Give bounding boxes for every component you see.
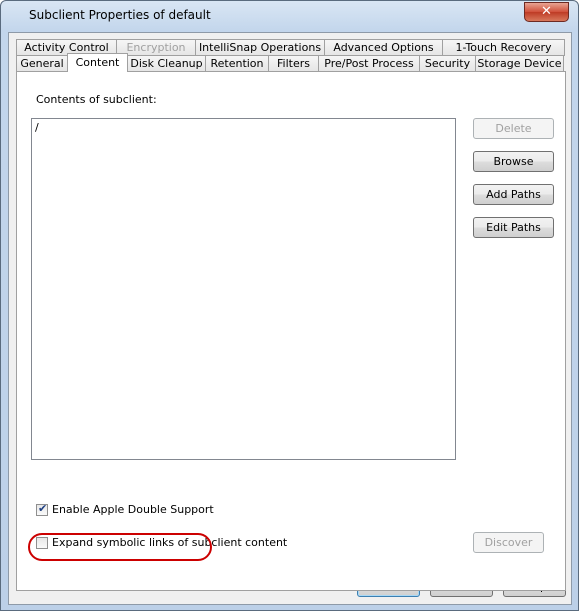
apple-double-label[interactable]: Enable Apple Double Support (52, 503, 214, 516)
checkmark-icon: ✔ (38, 502, 48, 515)
tab-intellisnap-operations[interactable]: IntelliSnap Operations (195, 39, 325, 56)
close-icon[interactable]: ✕ (524, 2, 569, 22)
apple-double-checkbox[interactable]: ✔ (36, 502, 48, 516)
tab-encryption: Encryption (116, 39, 196, 56)
tab-content[interactable]: Content (67, 53, 128, 72)
tab-advanced-options[interactable]: Advanced Options (324, 39, 443, 56)
highlight-ring (28, 533, 212, 561)
add-paths-button[interactable]: Add Paths (473, 184, 554, 205)
edit-paths-button[interactable]: Edit Paths (473, 217, 554, 238)
tab-filters[interactable]: Filters (268, 55, 319, 72)
tab-storage-device[interactable]: Storage Device (475, 55, 564, 72)
tab-pre-post-process[interactable]: Pre/Post Process (318, 55, 420, 72)
subclient-properties-window: Subclient Properties of default ✕ Activi… (0, 0, 579, 611)
tab-retention[interactable]: Retention (205, 55, 269, 72)
content-path-item[interactable]: / (35, 121, 39, 134)
tab-disk-cleanup[interactable]: Disk Cleanup (127, 55, 206, 72)
browse-button[interactable]: Browse (473, 151, 554, 172)
dialog-body: Activity Control Encryption IntelliSnap … (8, 32, 572, 605)
contents-label: Contents of subclient: (36, 93, 157, 106)
delete-button: Delete (473, 118, 554, 139)
discover-button: Discover (473, 532, 544, 553)
content-tab-panel: Contents of subclient: / Delete Browse A… (16, 71, 566, 591)
tab-1-touch-recovery[interactable]: 1-Touch Recovery (442, 39, 565, 56)
window-title: Subclient Properties of default (29, 8, 211, 22)
contents-listbox[interactable]: / (31, 118, 456, 460)
tab-general[interactable]: General (16, 55, 68, 72)
tab-security[interactable]: Security (419, 55, 476, 72)
